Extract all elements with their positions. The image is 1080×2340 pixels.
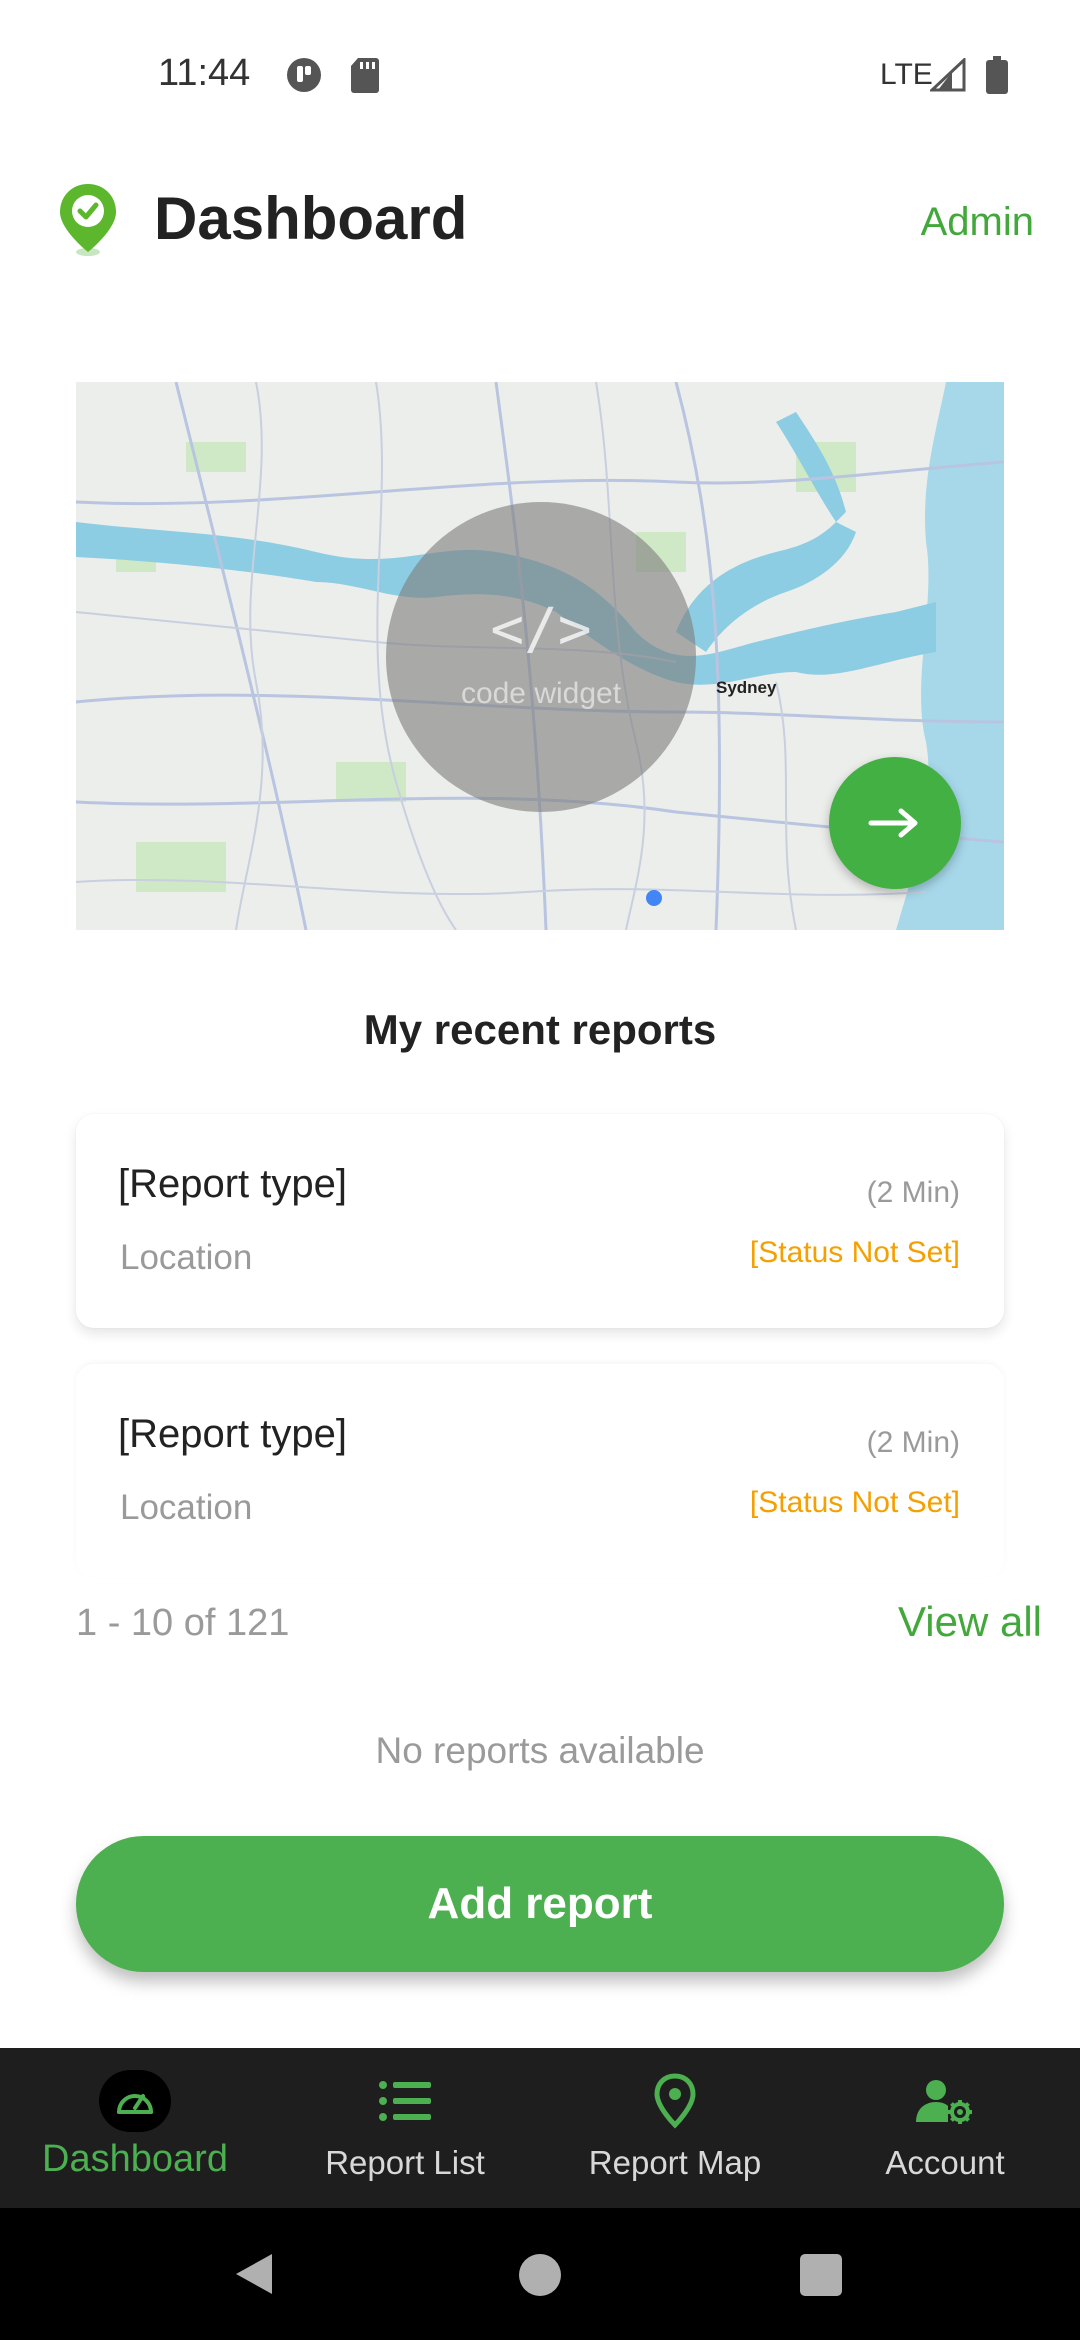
map-pin-icon — [639, 2070, 711, 2132]
map-preview[interactable]: Sydney </> code widget — [76, 382, 1004, 930]
report-time: (2 Min) — [866, 1426, 960, 1459]
report-card[interactable]: [Report type] Location (2 Min) [Status N… — [76, 1114, 1004, 1328]
recent-reports-title: My recent reports — [363, 1006, 717, 1053]
report-time: (2 Min) — [866, 1176, 960, 1209]
pagination-info: 1 - 10 of 121 — [76, 1602, 290, 1644]
report-type: [Report type] — [118, 1162, 348, 1206]
report-type: [Report type] — [118, 1412, 348, 1456]
location-check-icon — [60, 184, 116, 256]
arrow-right-icon — [868, 808, 918, 838]
map-city-label: Sydney — [716, 678, 777, 697]
recents-icon[interactable] — [800, 2254, 842, 2296]
battery-icon — [986, 56, 1008, 94]
nav-report-list-label: Report List — [325, 2144, 485, 2181]
bottom-navigation: Dashboard Report List Report Map Account — [0, 2048, 1080, 2208]
back-icon[interactable] — [234, 2252, 274, 2296]
admin-link[interactable]: Admin — [921, 200, 1034, 245]
list-icon — [369, 2070, 441, 2132]
code-icon: </> — [490, 597, 592, 662]
nav-report-map-label: Report Map — [588, 2144, 762, 2181]
report-location: Location — [120, 1488, 253, 1527]
report-location: Location — [120, 1238, 253, 1277]
nav-account[interactable]: Account — [810, 2048, 1080, 2208]
account-settings-icon — [909, 2070, 981, 2132]
page-title: Dashboard — [154, 185, 468, 252]
status-time: 11:44 — [158, 52, 251, 94]
code-widget-label: code widget — [460, 677, 622, 710]
status-bar: 11:44 LTE — [0, 0, 1080, 150]
code-widget-placeholder: </> code widget — [386, 502, 696, 812]
home-icon[interactable] — [519, 2254, 561, 2296]
app-notification-icon — [287, 58, 321, 92]
report-card[interactable]: [Report type] Location (2 Min) [Status N… — [76, 1364, 1004, 1578]
dashboard-gauge-icon — [99, 2070, 171, 2132]
nav-dashboard-label: Dashboard — [42, 2138, 228, 2180]
nav-report-map[interactable]: Report Map — [540, 2048, 810, 2208]
add-report-button[interactable]: Add report — [76, 1836, 1004, 1972]
sd-card-icon — [351, 58, 379, 93]
nav-report-list[interactable]: Report List — [270, 2048, 540, 2208]
open-map-button[interactable] — [829, 757, 961, 889]
report-status: [Status Not Set] — [749, 1486, 960, 1519]
nav-account-label: Account — [885, 2144, 1005, 2181]
nav-dashboard[interactable]: Dashboard — [0, 2048, 270, 2208]
report-status: [Status Not Set] — [749, 1236, 960, 1269]
view-all-link[interactable]: View all — [898, 1598, 1042, 1646]
signal-icon — [930, 58, 966, 92]
system-navigation-bar — [0, 2208, 1080, 2340]
network-type: LTE — [880, 58, 933, 91]
empty-state-text: No reports available — [375, 1730, 705, 1771]
